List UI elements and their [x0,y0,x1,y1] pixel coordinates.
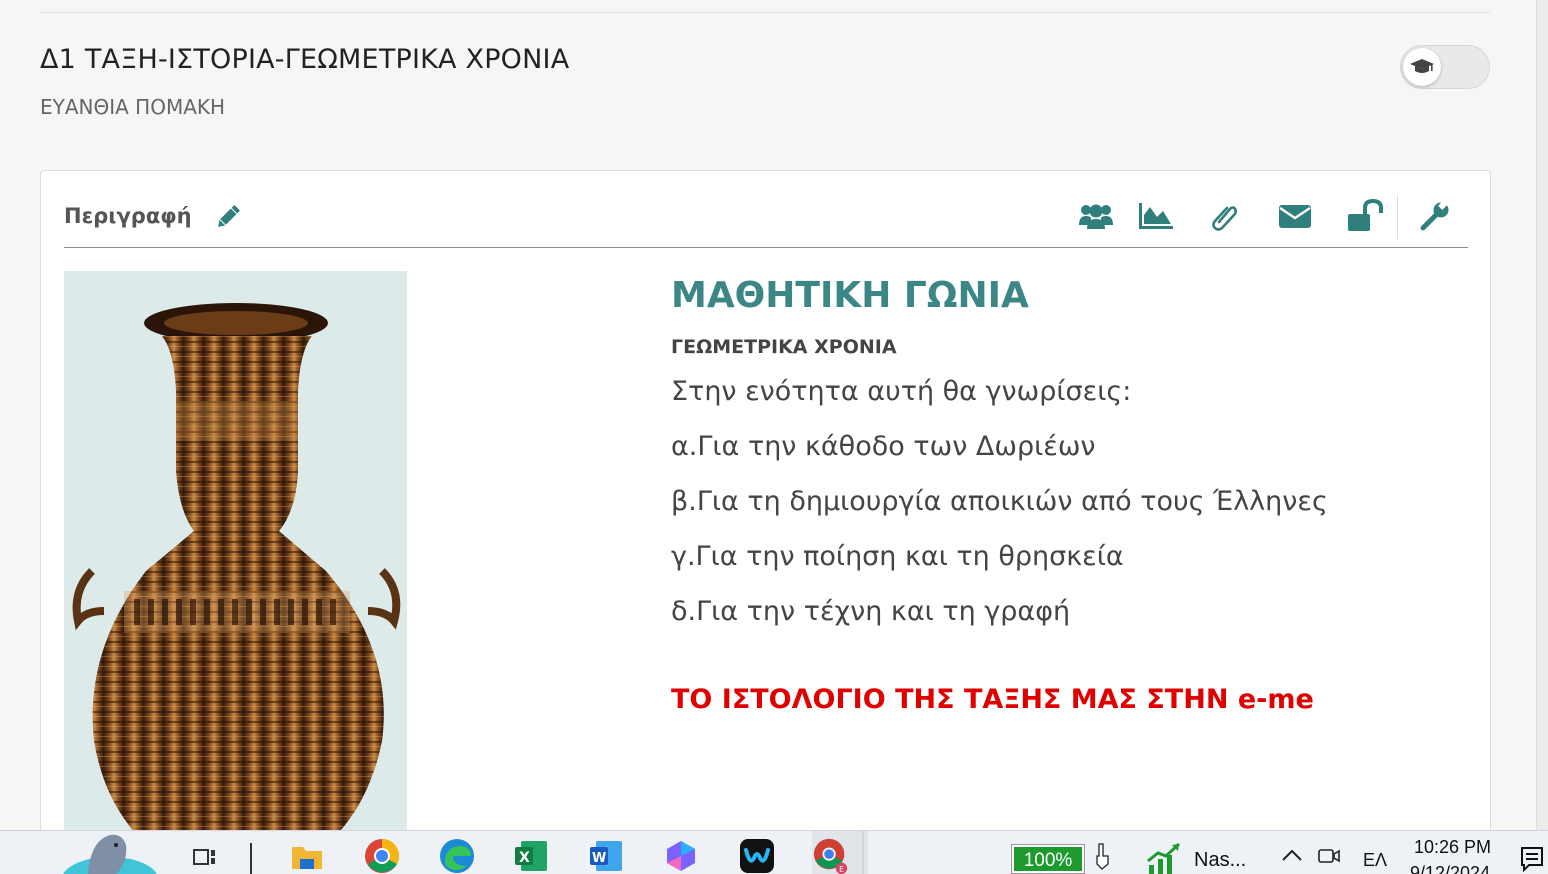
clock-date[interactable]: 9/12/2024 [1410,863,1490,874]
section-heading: ΜΑΘΗΤΙΚΗ ΓΩΝΙΑ [671,275,1029,316]
svg-text:E: E [839,865,844,874]
folder-icon [292,847,322,869]
content-line: γ.Για την ποίηση και τη θρησκεία [671,541,1124,572]
graduation-cap-icon [1410,59,1434,73]
users-button[interactable] [1077,197,1115,235]
word-button[interactable]: W [587,837,625,874]
webex-icon [740,839,774,873]
chrome-profile-button[interactable]: E [812,831,868,874]
course-description-panel: Περιγραφή ΜΑΘΗΤΙΚΗ ΓΩΝΙΑ ΓΕΩΜΕΤΡΙΚΑ ΧΡΟΝ… [40,170,1491,871]
stock-widget[interactable] [1146,841,1182,874]
task-view-button[interactable] [186,837,224,874]
email-button[interactable] [1276,197,1314,235]
copilot-button[interactable] [662,837,700,874]
chevron-up-icon [1282,849,1302,861]
file-explorer-button[interactable] [288,837,326,874]
attachments-button[interactable] [1206,197,1244,235]
chrome-button[interactable] [363,837,401,874]
toolbar-separator [1397,195,1398,239]
camera-icon [1318,849,1340,863]
panel-header: Περιγραφή [64,171,1468,248]
top-divider [40,12,1490,13]
stock-trend-icon [1147,842,1181,874]
geometric-vase-image [64,271,407,871]
wrench-icon [1420,200,1449,231]
access-button[interactable] [1346,197,1384,235]
content-line: β.Για τη δημιουργία αποικιών από τους Έλ… [671,486,1328,517]
course-title: Δ1 ΤΑΞΗ-ΙΣΤΟΡΙΑ-ΓΕΩΜΕΤΡΙΚΑ ΧΡΟΝΙΑ [40,44,570,75]
task-view-icon [193,849,215,865]
toggle-knob [1403,48,1441,86]
chrome-icon [365,839,399,873]
course-teacher: ΕΥΑΝΘΙΑ ΠΟΜΑΚΗ [40,95,226,119]
content-line: Στην ενότητα αυτή θα γνωρίσεις: [671,376,1132,407]
dolphin-icon [63,834,157,874]
input-language[interactable]: ΕΛ [1363,850,1387,871]
content-line: δ.Για την τέχνη και τη γραφή [671,596,1071,627]
edit-description-button[interactable] [214,203,242,231]
battery-indicator[interactable]: 100% [1011,844,1085,874]
stock-widget-label[interactable]: Nas... [1194,849,1246,872]
meet-now-button[interactable] [1316,843,1342,869]
class-blog-link[interactable]: ΤΟ ΙΣΤΟΛΟΓΙΟ ΤΗΣ ΤΑΞΗΣ ΜΑΣ ΣΤΗΝ e-me [671,684,1431,715]
cursor-indicator [1090,841,1114,871]
taskbar-divider [250,843,252,874]
excel-icon: X [515,841,547,871]
content-line: α.Για την κάθοδο των Δωριέων [671,431,1096,462]
hand-cursor-icon [1096,843,1109,870]
description-label: Περιγραφή [64,204,192,228]
svg-text:X: X [519,850,530,866]
paperclip-icon [1212,206,1238,231]
settings-button[interactable] [1416,197,1454,235]
edge-button[interactable] [438,837,476,874]
amphora-illustration [72,303,401,871]
chart-area-icon [1139,203,1173,229]
excel-button[interactable]: X [512,837,550,874]
section-subheading: ΓΕΩΜΕΤΡΙΚΑ ΧΡΟΝΙΑ [671,336,897,358]
word-icon: W [590,841,622,871]
taskbar-overflow-divider [862,831,864,874]
pencil-icon [218,205,240,227]
edge-icon [440,839,474,873]
notification-icon [1521,847,1543,873]
windows-taskbar: X W E 100% Nas... ΕΛ 10:26 PM 9/12/2024 [0,830,1548,874]
webex-button[interactable] [738,837,776,874]
start-button[interactable] [60,831,160,874]
copilot-icon [667,841,695,871]
unlock-icon [1348,199,1383,231]
show-hidden-icons-button[interactable] [1280,843,1304,867]
chrome-profile-icon: E [813,838,848,874]
reports-button[interactable] [1137,197,1175,235]
page-scrollbar[interactable] [1536,0,1548,830]
clock-time[interactable]: 10:26 PM [1414,837,1491,858]
envelope-icon [1279,205,1311,228]
users-icon [1079,204,1113,229]
description-content: ΜΑΘΗΤΙΚΗ ΓΩΝΙΑ ΓΕΩΜΕΤΡΙΚΑ ΧΡΟΝΙΑ Στην εν… [671,271,1431,715]
student-view-toggle[interactable] [1400,45,1490,89]
notifications-button[interactable] [1518,845,1546,874]
svg-text:W: W [592,851,606,866]
